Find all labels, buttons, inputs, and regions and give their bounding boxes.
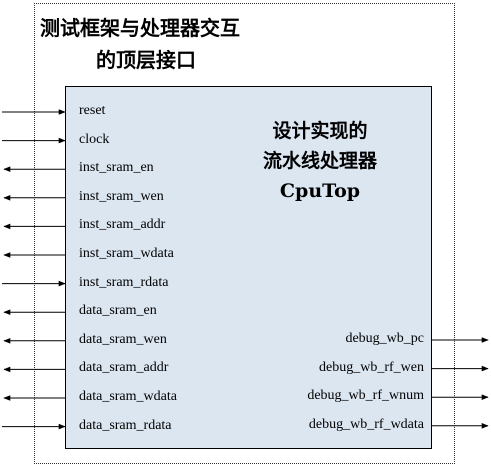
diagram-canvas: 测试框架与处理器交互 的顶层接口 设计实现的 流水线处理器 CpuTop res… xyxy=(0,0,491,466)
port-label-debug-wb-rf-wen: debug_wb_rf_wen xyxy=(319,359,424,375)
port-label-inst-sram-wen: inst_sram_wen xyxy=(79,188,164,204)
port-label-data-sram-addr: data_sram_addr xyxy=(79,360,169,376)
port-label-inst-sram-wdata: inst_sram_wdata xyxy=(79,246,174,261)
port-label-debug-wb-rf-wnum: debug_wb_rf_wnum xyxy=(307,388,424,404)
port-label-data-sram-wdata: data_sram_wdata xyxy=(79,389,177,404)
port-label-inst-sram-rdata: inst_sram_rdata xyxy=(79,274,169,290)
port-label-clock: clock xyxy=(79,131,110,147)
port-label-data-sram-wen: data_sram_wen xyxy=(79,331,167,347)
port-label-debug-wb-rf-wdata: debug_wb_rf_wdata xyxy=(308,416,424,432)
port-label-data-sram-rdata: data_sram_rdata xyxy=(79,417,172,433)
port-label-inst-sram-addr: inst_sram_addr xyxy=(79,217,166,233)
port-label-data-sram-en: data_sram_en xyxy=(79,303,157,319)
port-label-reset: reset xyxy=(79,103,106,118)
port-label-debug-wb-pc: debug_wb_pc xyxy=(345,331,424,346)
port-label-inst-sram-en: inst_sram_en xyxy=(79,160,154,176)
